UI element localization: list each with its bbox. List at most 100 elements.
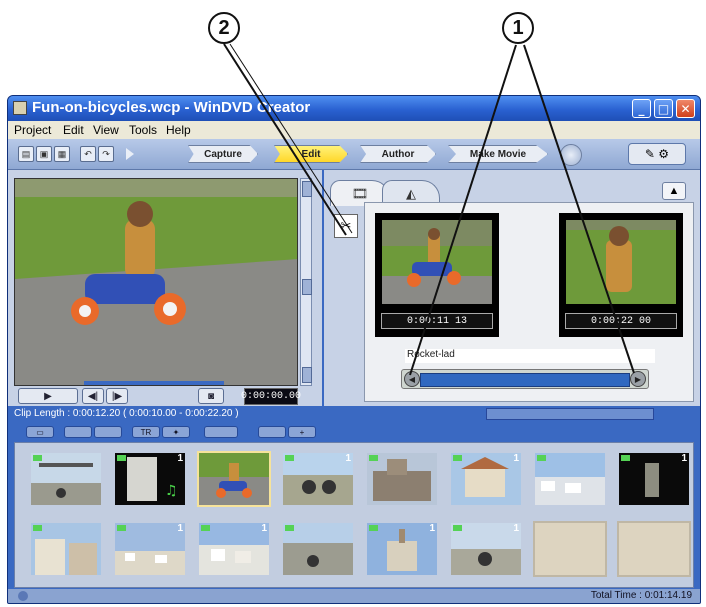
stage-make-movie-button[interactable]: Make Movie [448, 145, 548, 163]
clip-number: 1 [261, 523, 267, 534]
video-badge-icon [453, 525, 462, 531]
end-frame: 0:00:22 00 [559, 213, 683, 337]
clip-length: Clip Length : 0:00:12.20 ( 0:00:10.00 - … [14, 408, 239, 419]
play-button[interactable]: ▶ [18, 388, 78, 404]
video-badge-icon [285, 455, 294, 461]
video-badge-icon [117, 455, 126, 461]
storyboard-clip-4[interactable]: 1 [281, 451, 355, 507]
clip-name-field[interactable]: Rocket-lad [405, 349, 655, 363]
video-badge-icon [33, 525, 42, 531]
start-timecode[interactable]: 0:00:11 13 [381, 313, 493, 329]
video-badge-icon [201, 525, 210, 531]
storyboard-clip-3[interactable] [197, 451, 271, 507]
clip-number: 1 [177, 453, 183, 464]
next-frame-button[interactable]: |▶ [106, 388, 128, 404]
audio-button[interactable] [204, 426, 238, 438]
stage-capture-button[interactable]: Capture [188, 145, 258, 163]
save-project-icon[interactable]: ▦ [54, 146, 70, 162]
storyboard: ♫ 1 1 1 1 1 1 1 1 [14, 442, 694, 588]
edit-panel: 🎞 ◭ ✂ ▲ 0:00:11 13 0:00:22 00 Rocket-lad… [324, 170, 700, 406]
menu-help[interactable]: Help [166, 123, 191, 137]
status-bar: Total Time : 0:01:14.19 [8, 589, 700, 603]
scroll-thumb[interactable] [302, 279, 312, 295]
clip-number: 1 [345, 453, 351, 464]
storyboard-clip-5[interactable] [365, 451, 439, 507]
storyboard-clip-7[interactable] [533, 451, 607, 507]
storyboard-clip-11[interactable]: 1 [197, 521, 271, 577]
trim-start-handle[interactable]: ◀ [404, 371, 420, 387]
menu-bar: Project Edit View Tools Help [8, 121, 700, 139]
start-frame-image [382, 220, 492, 304]
menu-view[interactable]: View [93, 123, 119, 137]
preview-panel: ▶ ◀| |▶ ◙ 0:00:00.00 [8, 170, 322, 406]
video-badge-icon [537, 455, 546, 461]
prev-frame-button[interactable]: ◀| [82, 388, 104, 404]
text-button[interactable]: TR [132, 426, 160, 438]
trim-end-handle[interactable]: ▶ [630, 371, 646, 387]
scroll-up-knob[interactable] [302, 181, 312, 197]
maximize-button[interactable]: □ [654, 99, 673, 118]
storyboard-clip-2[interactable]: ♫ 1 [113, 451, 187, 507]
storyboard-clip-8[interactable]: 1 [617, 451, 691, 507]
info-bar: Clip Length : 0:00:12.20 ( 0:00:10.00 - … [8, 406, 700, 422]
preview-timecode: 0:00:00.00 [241, 388, 301, 405]
end-frame-image [566, 220, 676, 304]
svg-text:♫: ♫ [165, 483, 178, 499]
storyboard-clip-1[interactable] [29, 451, 103, 507]
minimize-button[interactable]: _ [632, 99, 651, 118]
app-icon [13, 101, 27, 115]
snapshot-button[interactable]: ◙ [198, 388, 224, 404]
empty-clip-slot[interactable] [533, 521, 607, 577]
storyboard-clip-13[interactable]: 1 [365, 521, 439, 577]
menu-project[interactable]: Project [14, 123, 51, 137]
end-timecode[interactable]: 0:00:22 00 [565, 313, 677, 329]
new-project-icon[interactable]: ▤ [18, 146, 34, 162]
callout-2: 2 [208, 12, 240, 44]
add-button[interactable]: + [288, 426, 316, 438]
disc-icon [560, 144, 582, 166]
storyboard-clip-6[interactable]: 1 [449, 451, 523, 507]
scroll-down-knob[interactable] [302, 367, 312, 383]
up-icon[interactable]: ▲ [662, 182, 686, 200]
effects-button[interactable]: ✦ [162, 426, 190, 438]
menu-tools[interactable]: Tools [129, 123, 157, 137]
storyboard-toolbar: ▭ TR ✦ + [8, 424, 700, 440]
trim-workspace: 0:00:11 13 0:00:22 00 Rocket-lad ◀ ▶ [364, 202, 694, 402]
merge-button[interactable] [94, 426, 122, 438]
tools-icon[interactable]: ✎ ⚙ [628, 143, 686, 165]
video-badge-icon [33, 455, 42, 461]
main-toolbar: ▤ ▣ ▦ ↶ ↷ Capture Edit Author Make Movie… [8, 139, 700, 170]
preview-scrollbar[interactable] [300, 178, 312, 386]
stage-author-button[interactable]: Author [360, 145, 436, 163]
split-button[interactable] [64, 426, 92, 438]
start-frame: 0:00:11 13 [375, 213, 499, 337]
menu-edit[interactable]: Edit [63, 123, 84, 137]
storyboard-clip-12[interactable] [281, 521, 355, 577]
clip-number: 1 [513, 453, 519, 464]
progress-bar [486, 408, 654, 420]
clip-number: 1 [681, 453, 687, 464]
status-icon [18, 591, 28, 601]
close-button[interactable]: ✕ [676, 99, 695, 118]
trim-bar[interactable]: ◀ ▶ [401, 369, 649, 389]
redo-icon[interactable]: ↷ [98, 146, 114, 162]
storyboard-view-button[interactable]: ▭ [26, 426, 54, 438]
video-badge-icon [117, 525, 126, 531]
empty-clip-slot[interactable] [617, 521, 691, 577]
storyboard-clip-14[interactable]: 1 [449, 521, 523, 577]
clip-number: 1 [513, 523, 519, 534]
open-project-icon[interactable]: ▣ [36, 146, 52, 162]
video-badge-icon [453, 455, 462, 461]
storyboard-clip-9[interactable] [29, 521, 103, 577]
clip-number: 1 [429, 523, 435, 534]
storyboard-clip-10[interactable]: 1 [113, 521, 187, 577]
preview-seek-bar[interactable] [84, 381, 224, 385]
trim-range [420, 373, 630, 387]
video-badge-icon [369, 455, 378, 461]
undo-icon[interactable]: ↶ [80, 146, 96, 162]
trim-tool-icon[interactable]: ✂ [334, 214, 358, 238]
clip-number: 1 [177, 523, 183, 534]
title-bar: Fun-on-bicycles.wcp - WinDVD Creator _ □… [8, 96, 700, 121]
delete-button[interactable] [258, 426, 286, 438]
stage-edit-button[interactable]: Edit [274, 145, 348, 163]
